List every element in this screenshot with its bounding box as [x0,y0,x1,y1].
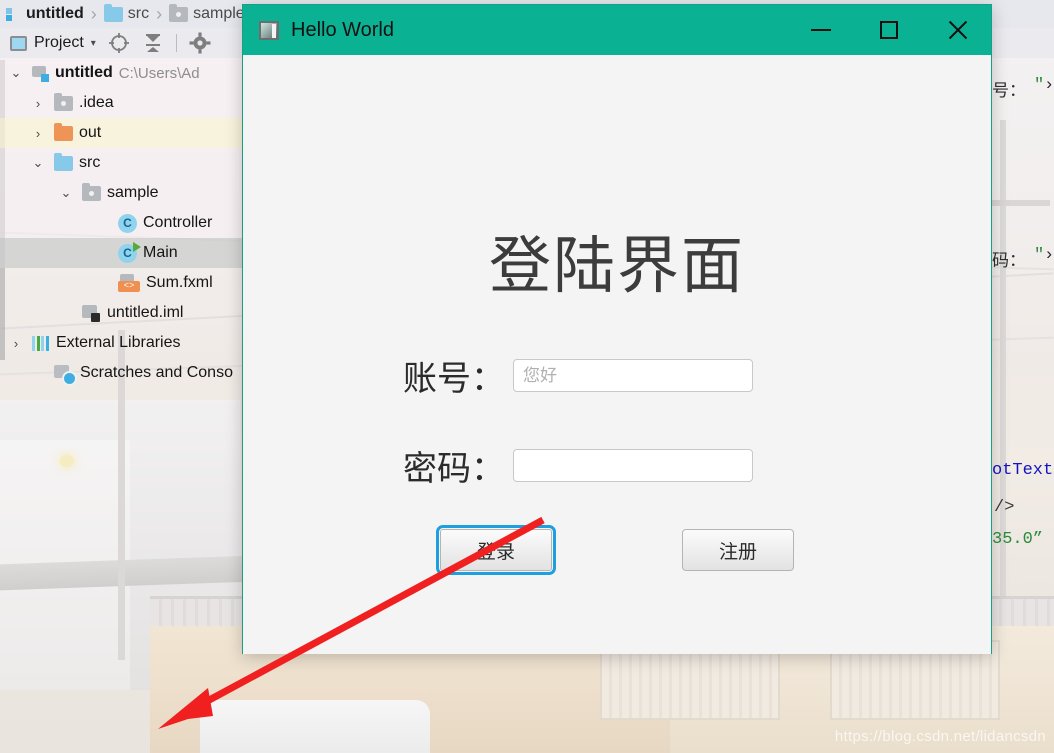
toolbar-divider [175,34,177,52]
chevron-right-icon[interactable]: › [6,336,26,351]
dialog-title-label: Hello World [291,18,394,41]
watermark: https://blog.csdn.net/lidancsdn [834,728,1046,745]
code-fragment: 号： [992,83,1026,102]
password-input[interactable] [513,449,753,482]
password-label: 密码： [403,449,505,489]
register-button[interactable]: 注册 [682,529,794,571]
project-window-icon [10,35,27,51]
code-fragment: › [1044,246,1054,265]
tree-row[interactable]: Scratches and Conso [0,358,248,388]
editor-code-peek: 号： " › 码： " › otText/> 35.0” [992,58,1054,656]
tree-row[interactable]: › External Libraries [0,328,248,358]
chevron-right-icon[interactable] [28,366,48,381]
minimize-button[interactable] [787,5,855,55]
module-icon [6,7,21,21]
chevron-right-icon: › [90,3,97,24]
iml-file-icon [82,304,101,322]
tree-node-label: Controller [143,214,213,231]
code-fragment: otText [992,461,1054,480]
maximize-button[interactable] [855,5,923,55]
code-fragment: › [1044,76,1054,95]
folder-blue-icon [54,152,73,171]
tree-row[interactable]: Sum.fxml [0,268,248,298]
gear-icon[interactable] [189,32,211,54]
folder-gray-icon [169,3,189,22]
breadcrumb-label: sample [193,5,245,22]
close-icon [946,19,968,41]
project-tool-window-title[interactable]: Project ▾ [10,34,96,52]
libraries-icon [32,335,50,351]
app-icon [259,20,279,40]
class-runnable-icon: C [118,241,141,263]
account-input[interactable] [513,359,753,392]
breadcrumb-item-sample[interactable]: sample [169,3,245,23]
tree-node-label: Main [143,244,178,261]
chevron-right-icon[interactable]: › [28,96,48,111]
chevron-right-icon[interactable] [92,276,112,291]
locate-target-icon[interactable] [108,32,130,54]
tree-row[interactable]: ⌄ untitled C:\Users\Ad [0,58,248,88]
account-field-row: 账号： [403,351,753,400]
account-label: 账号： [403,359,505,399]
breadcrumb-label: src [127,5,150,22]
maximize-icon [880,21,898,39]
login-button[interactable]: 登录 [436,525,556,575]
dialog-body: 登陆界面 账号： 密码： 登录 注册 [243,55,991,654]
folder-gray-icon [54,92,73,111]
code-fragment: 码： [992,253,1026,272]
tree-row[interactable]: untitled.iml [0,298,248,328]
tree-row[interactable]: C Controller [0,208,248,238]
chevron-down-icon[interactable]: ⌄ [6,65,26,81]
password-field-row: 密码： [403,441,753,490]
minimize-icon [811,29,831,31]
tree-node-label: src [79,154,101,171]
chevron-right-icon[interactable] [92,246,112,261]
class-icon: C [118,213,137,233]
hello-world-dialog: Hello World 登陆界面 账号： 密码： [242,4,992,654]
code-fragment: " [1034,246,1045,265]
folder-orange-icon [54,122,73,141]
tree-node-label: Scratches and Conso [80,364,233,381]
fxml-file-icon [118,274,140,292]
tree-node-label: External Libraries [56,334,181,351]
module-icon [32,65,49,82]
chevron-right-icon: › [156,3,163,24]
folder-gray-icon [82,182,101,201]
chevron-down-icon[interactable]: ⌄ [56,185,76,201]
chevron-right-icon[interactable] [92,216,112,231]
chevron-down-icon: ▾ [90,37,96,49]
dialog-button-row: 登录 注册 [243,525,991,575]
tree-node-label: Sum.fxml [146,274,213,291]
screen-root: untitled › src › sample Project ▾ ⌄ unti… [0,0,1054,753]
collapse-all-icon[interactable] [142,32,164,54]
chevron-down-icon[interactable]: ⌄ [28,155,48,171]
tree-node-path: C:\Users\Ad [118,64,200,82]
tree-node-label: untitled.iml [107,304,184,321]
tree-node-label: .idea [79,94,114,111]
folder-blue-icon [103,3,123,22]
login-heading: 登陆界面 [488,229,745,302]
tree-row[interactable]: C Main [0,238,248,268]
code-fragment: 35.0” [992,530,1044,549]
dialog-title-bar[interactable]: Hello World [243,5,991,55]
project-tree: ⌄ untitled C:\Users\Ad › .idea › out ⌄ src ⌄ sampl… [0,58,248,656]
close-button[interactable] [923,5,991,55]
code-fragment: " [1034,76,1045,95]
breadcrumb-label: untitled [26,5,84,22]
tree-node-label: sample [107,184,159,201]
breadcrumb-item-src[interactable]: src [103,3,150,23]
tree-row[interactable]: › .idea [0,88,248,118]
tree-row[interactable]: ⌄ src [0,148,248,178]
project-title-label: Project [34,34,84,51]
tree-row[interactable]: › out [0,118,248,148]
tree-node-label: untitled [55,64,113,81]
chevron-right-icon[interactable]: › [28,126,48,141]
scratches-icon [54,364,77,386]
tree-row[interactable]: ⌄ sample [0,178,248,208]
tree-node-label: out [79,124,102,141]
code-fragment: /> [994,498,1015,517]
breadcrumb-item-untitled[interactable]: untitled [6,5,84,23]
chevron-right-icon[interactable] [56,306,76,321]
